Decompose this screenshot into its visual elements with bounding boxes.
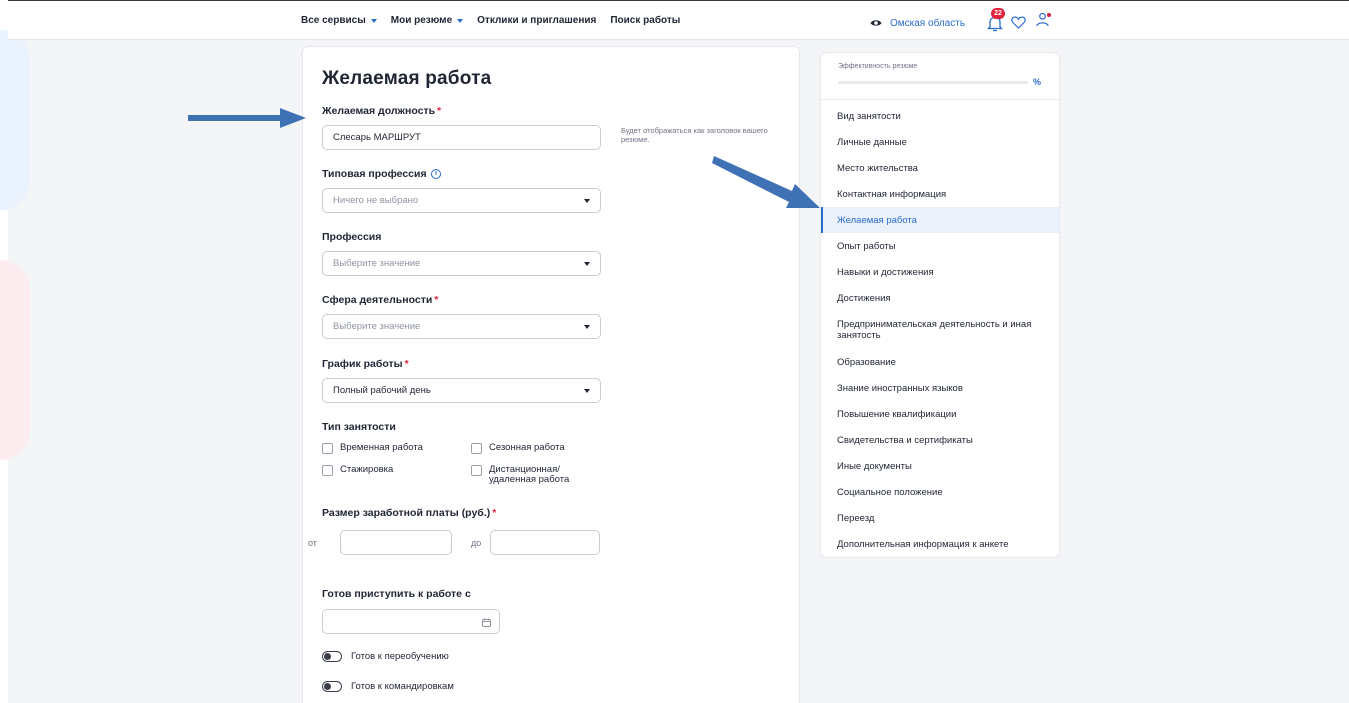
heart-icon[interactable]	[1011, 16, 1026, 29]
sidebar-item[interactable]: Достижения	[821, 285, 1059, 311]
efficiency-label: Эффективность резюме	[838, 63, 918, 70]
deco-blob-pink	[0, 260, 30, 460]
top-bar: Все сервисы Мои резюме Отклики и приглаш…	[8, 0, 1349, 40]
nav-my-resumes[interactable]: Мои резюме	[391, 15, 464, 26]
eye-icon[interactable]	[870, 17, 882, 29]
start-date-input[interactable]	[322, 609, 500, 634]
employment-type-label: Тип занятости	[322, 421, 396, 433]
page-title: Желаемая работа	[322, 68, 492, 89]
caret-down-icon	[457, 18, 464, 23]
sidebar-item[interactable]: Опыт работы	[821, 233, 1059, 259]
efficiency-percent: %	[1033, 77, 1042, 87]
sidebar-item[interactable]: Место жительства	[821, 155, 1059, 181]
checkbox-remote[interactable]: Дистанционная/ удаленная работа	[471, 465, 599, 485]
start-date-label: Готов приступить к работе с	[322, 588, 471, 600]
annotation-arrow-left	[188, 108, 306, 128]
sidebar-item[interactable]: Переезд	[821, 505, 1059, 531]
salary-to-input[interactable]	[490, 530, 600, 555]
salary-label: Размер заработной платы (руб.) *	[322, 507, 497, 519]
sphere-select[interactable]: Выберите значение	[322, 314, 601, 339]
toggle-retraining[interactable]: Готов к переобучению	[322, 651, 449, 662]
chevron-down-icon	[584, 389, 590, 393]
salary-from-input[interactable]	[340, 530, 452, 555]
nav-all-services[interactable]: Все сервисы	[301, 15, 377, 26]
notifications-badge: 22	[991, 7, 1006, 19]
position-input[interactable]: Слесарь МАРШРУТ	[322, 125, 601, 150]
sidebar-item[interactable]: Навыки и достижения	[821, 259, 1059, 285]
checkbox-seasonal[interactable]: Сезонная работа	[471, 443, 565, 454]
checkbox-internship[interactable]: Стажировка	[322, 465, 393, 476]
salary-to-label: до	[471, 538, 482, 548]
profile-alert-dot	[1047, 13, 1052, 17]
left-decoration	[0, 0, 30, 703]
annotation-arrow-right	[712, 156, 820, 208]
sidebar-item[interactable]: Свидетельства и сертификаты	[821, 427, 1059, 453]
chevron-down-icon	[584, 325, 590, 329]
info-icon[interactable]: i	[431, 169, 441, 179]
deco-blob-blue	[0, 30, 30, 210]
toggle-switch	[322, 651, 342, 662]
chevron-down-icon	[584, 199, 590, 203]
sidebar-item[interactable]: Образование	[821, 349, 1059, 375]
sidebar-item[interactable]: Дополнительная информация к анкете	[821, 531, 1059, 557]
chevron-down-icon	[584, 262, 590, 266]
position-label: Желаемая должность *	[322, 105, 442, 117]
sidebar-item[interactable]: Контактная информация	[821, 181, 1059, 207]
profession-select[interactable]: Выберите значение	[322, 251, 601, 276]
nav-responses[interactable]: Отклики и приглашения	[477, 15, 596, 26]
caret-down-icon	[370, 18, 377, 23]
profession-label: Профессия	[322, 231, 382, 243]
sidebar-item[interactable]: Вид занятости	[821, 103, 1059, 129]
sidebar-item[interactable]: Желаемая работа	[821, 207, 1059, 233]
notifications-button[interactable]: 22	[987, 7, 1006, 32]
sections-list: Вид занятости Личные данные Место жительст…	[821, 103, 1059, 557]
user-nav: Омская область 22	[870, 7, 1052, 32]
resume-sections-sidebar: Эффективность резюме % Вид занятости Личн…	[820, 52, 1060, 558]
toggle-switch	[322, 681, 342, 692]
main-nav: Все сервисы Мои резюме Отклики и приглаш…	[301, 15, 680, 26]
efficiency-progress-bar	[838, 81, 1028, 84]
schedule-select[interactable]: Полный рабочий день	[322, 378, 601, 403]
typical-profession-select[interactable]: Ничего не выбрано	[322, 188, 601, 213]
typical-profession-label: Типовая профессия	[322, 168, 427, 180]
salary-from-label: от	[308, 538, 317, 548]
sidebar-item[interactable]: Иные документы	[821, 453, 1059, 479]
sidebar-item[interactable]: Социальное положение	[821, 479, 1059, 505]
sidebar-item[interactable]: Предпринимательская деятельность и иная …	[821, 311, 1059, 349]
profile-button[interactable]	[1036, 12, 1052, 32]
sidebar-item[interactable]: Знание иностранных языков	[821, 375, 1059, 401]
sidebar-item[interactable]: Личные данные	[821, 129, 1059, 155]
nav-job-search[interactable]: Поиск работы	[610, 15, 680, 26]
sidebar-item[interactable]: Повышение квалификации	[821, 401, 1059, 427]
sphere-label: Сфера деятельности *	[322, 294, 439, 306]
toggle-business-trips[interactable]: Готов к командировкам	[322, 681, 454, 692]
region-link[interactable]: Омская область	[890, 18, 965, 29]
calendar-icon[interactable]	[482, 618, 491, 627]
schedule-label: График работы *	[322, 358, 409, 370]
checkbox-temporary[interactable]: Временная работа	[322, 443, 423, 454]
position-hint: Будет отображаться как заголовок вашего …	[621, 126, 768, 144]
desired-job-card: Желаемая работа Желаемая должность * Слес…	[302, 46, 800, 703]
